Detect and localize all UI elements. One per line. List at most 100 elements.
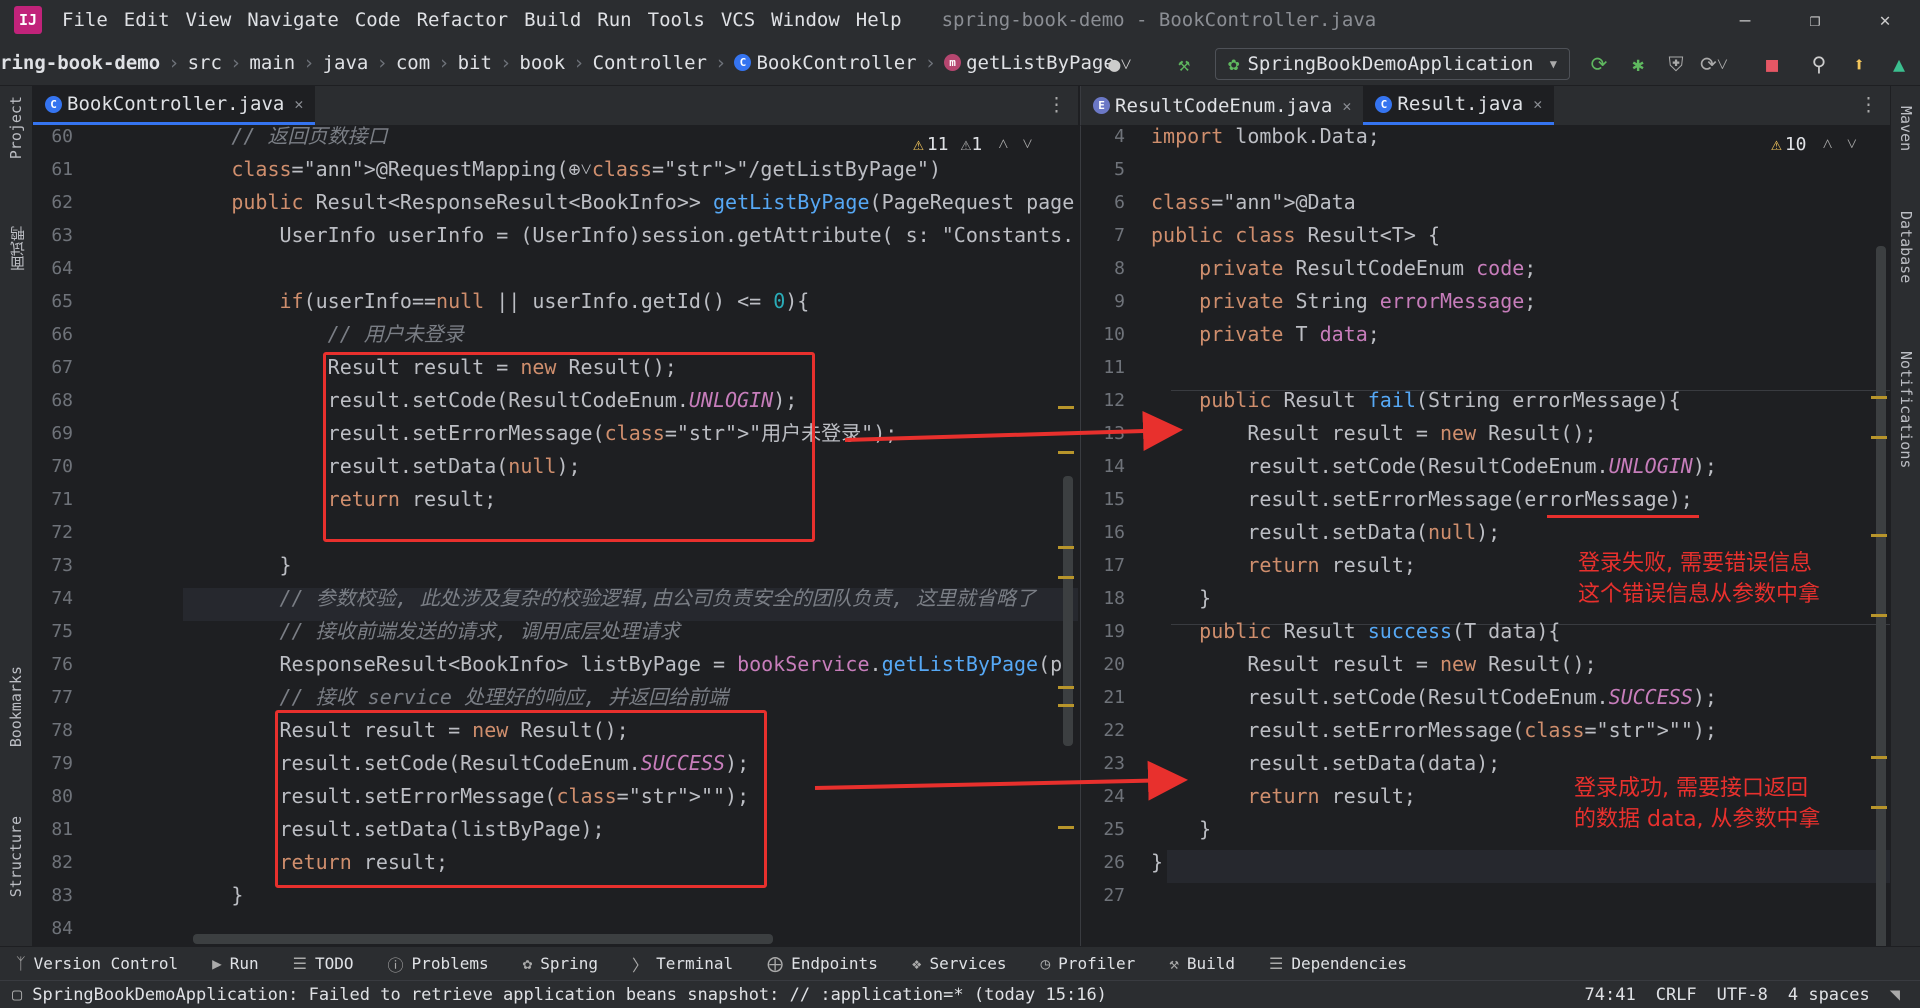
close-icon[interactable]: ✕	[1342, 97, 1351, 115]
profiler-tool-button[interactable]: ◷ Profiler	[1041, 954, 1136, 973]
code-line[interactable]: Result result = new Result();	[1151, 648, 1596, 681]
horizontal-scrollbar[interactable]	[193, 934, 773, 944]
close-icon[interactable]: ✕	[1850, 0, 1920, 40]
breadcrumb-src[interactable]: src	[188, 52, 222, 74]
menu-window[interactable]: Window	[771, 9, 840, 31]
code-line[interactable]: public Result fail(String errorMessage){	[1151, 384, 1681, 417]
code-line[interactable]: // 返回页数接口	[135, 126, 387, 153]
menu-view[interactable]: View	[186, 9, 232, 31]
menu-code[interactable]: Code	[355, 9, 401, 31]
code-line[interactable]: ResponseResult<BookInfo> listByPage = bo…	[135, 648, 1074, 681]
file-encoding[interactable]: UTF-8	[1717, 985, 1768, 1005]
chevron-down-icon[interactable]: ˅	[1847, 134, 1857, 155]
bookmarks-tool-button[interactable]: Bookmarks	[7, 666, 25, 747]
code-line[interactable]: // 用户未登录	[135, 318, 464, 351]
todo-tool-button[interactable]: ☰ TODO	[293, 954, 354, 973]
close-icon[interactable]: ✕	[294, 95, 303, 113]
right-code-editor[interactable]: 4 import lombok.Data; 5 6 class="ann">@Data 7…	[1080, 126, 1890, 946]
code-line[interactable]: private ResultCodeEnum code;	[1151, 252, 1536, 285]
lock-icon[interactable]: ◥	[1890, 985, 1900, 1005]
breadcrumb-controller[interactable]: Controller	[593, 52, 707, 74]
line-separator[interactable]: CRLF	[1656, 985, 1697, 1005]
vertical-scrollbar[interactable]	[1876, 246, 1886, 946]
tab-result[interactable]: C Result.java ✕	[1363, 86, 1555, 125]
code-line[interactable]: result.setErrorMessage(class="str">"");	[1151, 714, 1717, 747]
code-line[interactable]: // 接收前端发送的请求, 调用底层处理请求	[135, 615, 679, 648]
build-tool-button[interactable]: ⚒ Build	[1169, 954, 1235, 973]
build-hammer-icon[interactable]: ⚒	[1170, 50, 1198, 78]
menu-refactor[interactable]: Refactor	[417, 9, 509, 31]
code-line[interactable]: private T data;	[1151, 318, 1380, 351]
code-line[interactable]: }	[1151, 846, 1163, 879]
project-tool-button[interactable]: Project	[7, 96, 25, 159]
minimize-icon[interactable]: —	[1710, 0, 1780, 40]
search-icon[interactable]: ⚲	[1805, 50, 1833, 78]
code-line[interactable]: public Result success(T data){	[1151, 615, 1560, 648]
code-line[interactable]: Result result = new Result();	[1151, 417, 1596, 450]
menu-run[interactable]: Run	[597, 9, 631, 31]
services-tool-button[interactable]: ❖ Services	[912, 954, 1007, 973]
code-line[interactable]: if(userInfo==null || userInfo.getId() <=…	[135, 285, 810, 318]
chevron-up-icon[interactable]: ˄	[1823, 134, 1833, 155]
code-line[interactable]: // 参数校验, 此处涉及复杂的校验逻辑,由公司负责安全的团队负责, 这里就省略…	[135, 582, 1035, 615]
code-line[interactable]: return result;	[1151, 549, 1416, 582]
breadcrumb-bit[interactable]: bit	[458, 52, 492, 74]
inspection-widget[interactable]: ⚠ 11 ⚠ 1 ˄ ˅	[913, 134, 1033, 155]
inspection-widget[interactable]: ⚠ 10 ˄ ˅	[1771, 134, 1857, 155]
code-line[interactable]: result.setData(data);	[1151, 747, 1500, 780]
menu-vcs[interactable]: VCS	[721, 9, 755, 31]
version-control-tool-button[interactable]: ᛉ Version Control	[16, 954, 178, 973]
structure-tool-button[interactable]: Structure	[7, 816, 25, 897]
code-line[interactable]: class="ann">@RequestMapping(⊕˅class="str…	[135, 153, 941, 186]
rerun-icon[interactable]: ⟳	[1585, 50, 1613, 78]
status-toggle-icon[interactable]: ▢	[12, 985, 22, 1005]
more-icon[interactable]: ⋮	[1859, 94, 1878, 116]
breadcrumb-com[interactable]: com	[396, 52, 430, 74]
chevron-up-icon[interactable]: ˄	[998, 134, 1008, 155]
breadcrumb-java[interactable]: java	[323, 52, 369, 74]
problems-tool-button[interactable]: ⓘ Problems	[388, 952, 489, 976]
tab-resultcodeenum[interactable]: E ResultCodeEnum.java ✕	[1081, 86, 1363, 125]
user-icon[interactable]: ●˅	[1106, 50, 1134, 78]
menu-tools[interactable]: Tools	[648, 9, 705, 31]
menu-help[interactable]: Help	[856, 9, 902, 31]
code-line[interactable]: private String errorMessage;	[1151, 285, 1536, 318]
code-line[interactable]: public Result<ResponseResult<BookInfo>> …	[135, 186, 1074, 219]
code-line[interactable]: result.setErrorMessage(errorMessage);	[1151, 483, 1693, 516]
code-line[interactable]: class="ann">@Data	[1151, 186, 1356, 219]
breadcrumb-class[interactable]: BookController	[756, 52, 916, 74]
more-icon[interactable]: ⋮	[1047, 94, 1066, 116]
code-line[interactable]: }	[1151, 582, 1211, 615]
indent-setting[interactable]: 4 spaces	[1788, 985, 1870, 1005]
menu-build[interactable]: Build	[524, 9, 581, 31]
left-code-editor[interactable]: 60 // 返回页数接口 61 class="ann">@RequestMappi…	[33, 126, 1078, 946]
mianshiya-tool-button[interactable]: 面试鸭	[7, 226, 28, 271]
tab-bookcontroller[interactable]: C BookController.java ✕	[33, 86, 316, 125]
endpoints-tool-button[interactable]: ⨁ Endpoints	[767, 954, 878, 973]
restore-icon[interactable]: ❐	[1780, 0, 1850, 40]
code-line[interactable]: }	[1151, 813, 1211, 846]
code-line[interactable]: result.setData(null);	[1151, 516, 1500, 549]
dependencies-tool-button[interactable]: ☰ Dependencies	[1269, 954, 1407, 973]
plugin-icon[interactable]: ▲	[1885, 50, 1913, 78]
stop-icon[interactable]: ■	[1758, 50, 1786, 78]
close-icon[interactable]: ✕	[1533, 95, 1542, 113]
status-message[interactable]: SpringBookDemoApplication: Failed to ret…	[32, 985, 1107, 1005]
breadcrumb-book[interactable]: book	[519, 52, 565, 74]
code-line[interactable]: result.setCode(ResultCodeEnum.SUCCESS);	[1151, 681, 1717, 714]
code-line[interactable]: result.setCode(ResultCodeEnum.UNLOGIN);	[1151, 450, 1717, 483]
code-line[interactable]: public class Result<T> {	[1151, 219, 1440, 252]
notifications-tool-button[interactable]: Notifications	[1897, 351, 1915, 468]
code-line[interactable]: UserInfo userInfo = (UserInfo)session.ge…	[135, 219, 1074, 252]
chevron-down-icon[interactable]: ˅	[1022, 134, 1032, 155]
caret-position[interactable]: 74:41	[1585, 985, 1636, 1005]
terminal-tool-button[interactable]: 〉 Terminal	[632, 952, 733, 976]
run-configuration-select[interactable]: ✿ SpringBookDemoApplication ▼	[1215, 48, 1570, 80]
profile-icon[interactable]: ⟳˅	[1700, 50, 1728, 78]
breadcrumb-project[interactable]: ring-book-demo	[0, 52, 160, 74]
breadcrumb-main[interactable]: main	[249, 52, 295, 74]
menu-file[interactable]: File	[62, 9, 108, 31]
update-icon[interactable]: ⬆	[1845, 50, 1873, 78]
code-line[interactable]: import lombok.Data;	[1151, 126, 1380, 153]
code-line[interactable]: return result;	[1151, 780, 1416, 813]
